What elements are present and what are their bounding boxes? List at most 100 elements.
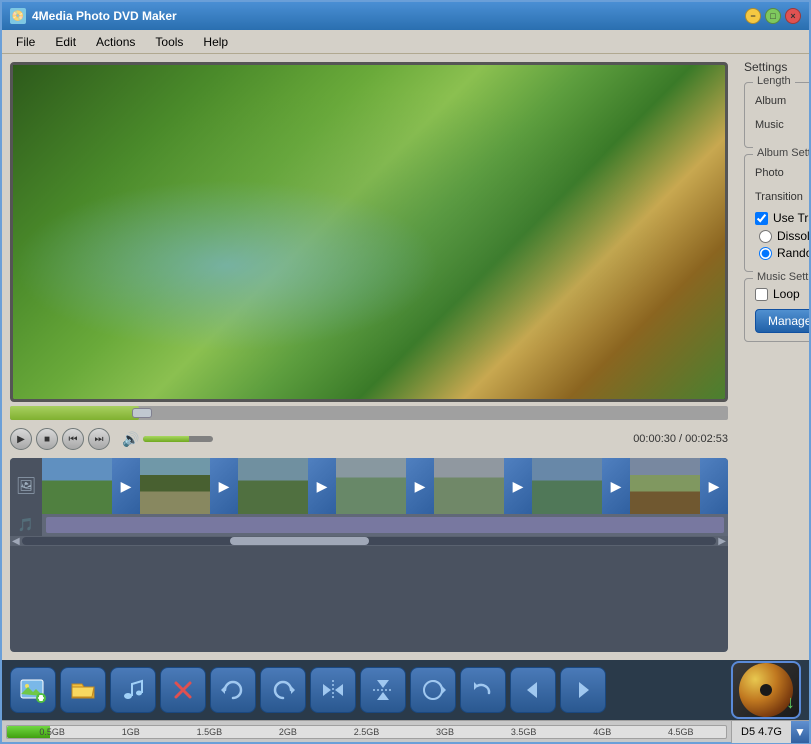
audio-track-icon: 🎵: [10, 514, 42, 536]
photo-label: Photo: [755, 167, 809, 179]
time-display: 00:00:30 / 00:02:53: [633, 433, 728, 445]
storage-label-7: 4GB: [593, 727, 611, 737]
scrollbar-thumb[interactable]: [230, 537, 369, 545]
burn-disc-icon: [739, 663, 793, 717]
progress-fill: [10, 406, 139, 420]
settings-title: Settings: [744, 60, 809, 76]
thumbnail-7[interactable]: [630, 458, 700, 514]
menu-help[interactable]: Help: [193, 33, 238, 51]
prev-button[interactable]: ⏮: [62, 428, 84, 450]
audio-track: [46, 517, 724, 533]
progress-bar[interactable]: [10, 406, 728, 420]
delete-button[interactable]: [160, 667, 206, 713]
music-length-label: Music: [755, 119, 809, 131]
music-settings-group: Music Settings Loop Manage Audio: [744, 278, 809, 342]
dissolve-only-row: Dissolve Only: [755, 229, 809, 243]
window-controls: − □ ×: [745, 8, 801, 24]
next-button[interactable]: ⏭: [88, 428, 110, 450]
transition-label: Transition: [755, 191, 809, 203]
volume-bar[interactable]: [143, 436, 213, 442]
thumbnail-1[interactable]: [42, 458, 112, 514]
storage-labels: 0.5GB 1GB 1.5GB 2GB 2.5GB 3GB 3.5GB 4GB …: [7, 726, 726, 738]
progress-thumb[interactable]: [132, 408, 152, 418]
menu-edit[interactable]: Edit: [45, 33, 86, 51]
close-button[interactable]: ×: [785, 8, 801, 24]
storage-label-6: 3.5GB: [511, 727, 537, 737]
volume-fill: [143, 436, 189, 442]
storage-label-1: 1GB: [122, 727, 140, 737]
album-settings-group: Album Settings Photo ▲ ▼ ms ♪ Transition: [744, 154, 809, 272]
thumbnail-5[interactable]: [434, 458, 504, 514]
storage-label-8: 4.5GB: [668, 727, 694, 737]
minimize-button[interactable]: −: [745, 8, 761, 24]
length-group-label: Length: [753, 75, 795, 87]
burn-arrow-icon: ↓: [786, 692, 795, 713]
album-length-row: Album: [755, 91, 809, 111]
loop-label: Loop: [773, 287, 800, 301]
right-panel: Settings Length Album Music Album Settin…: [736, 54, 809, 660]
storage-label-4: 2.5GB: [354, 727, 380, 737]
transition-7[interactable]: ▶: [700, 458, 728, 514]
flip-horizontal-button[interactable]: [310, 667, 356, 713]
app-icon: 📀: [10, 8, 26, 24]
menu-file[interactable]: File: [6, 33, 45, 51]
controls-bar: ▶ ■ ⏮ ⏭ 🔊 00:00:30 / 00:02:53: [10, 424, 728, 454]
rotate-cw-button[interactable]: [260, 667, 306, 713]
menu-actions[interactable]: Actions: [86, 33, 145, 51]
back-button[interactable]: [510, 667, 556, 713]
music-length-row: Music: [755, 115, 809, 135]
thumbnail-3[interactable]: [238, 458, 308, 514]
transition-2[interactable]: ▶: [210, 458, 238, 514]
transition-5[interactable]: ▶: [504, 458, 532, 514]
play-button[interactable]: ▶: [10, 428, 32, 450]
photo-track-icon: 🖼: [10, 458, 42, 514]
menubar: File Edit Actions Tools Help: [2, 30, 809, 54]
music-settings-label: Music Settings: [753, 271, 809, 283]
dissolve-only-radio[interactable]: [759, 230, 772, 243]
length-group: Length Album Music: [744, 82, 809, 148]
burn-button[interactable]: ↓: [731, 661, 801, 719]
dissolve-only-label: Dissolve Only: [777, 229, 809, 243]
scrollbar-track[interactable]: [22, 537, 717, 545]
storage-label-3: 2GB: [279, 727, 297, 737]
use-transition-label: Use Transition: [773, 211, 809, 225]
window-title: 4Media Photo DVD Maker: [32, 9, 745, 23]
forward-button[interactable]: [560, 667, 606, 713]
main-window: 📀 4Media Photo DVD Maker − □ × File Edit…: [0, 0, 811, 744]
transition-1[interactable]: ▶: [112, 458, 140, 514]
transition-6[interactable]: ▶: [602, 458, 630, 514]
random-transition-radio[interactable]: [759, 247, 772, 260]
thumbnail-2[interactable]: [140, 458, 210, 514]
loop-checkbox[interactable]: [755, 288, 768, 301]
random-transition-row: Random Transition: [755, 246, 809, 260]
album-label: Album: [755, 95, 809, 107]
toolbar: ↓: [2, 660, 809, 720]
rotate-ccw-button[interactable]: [210, 667, 256, 713]
open-folder-button[interactable]: [60, 667, 106, 713]
use-transition-checkbox[interactable]: [755, 212, 768, 225]
add-music-button[interactable]: [110, 667, 156, 713]
disc-info: D5 4.7G: [731, 721, 791, 743]
stop-button[interactable]: ■: [36, 428, 58, 450]
transition-duration-row: Transition ▲ ▼ ms: [755, 187, 809, 207]
undo-button[interactable]: [460, 667, 506, 713]
disc-arrow-button[interactable]: ▼: [791, 721, 809, 743]
photo-duration-row: Photo ▲ ▼ ms ♪: [755, 163, 809, 183]
storage-label-0: 0.5GB: [39, 727, 65, 737]
maximize-button[interactable]: □: [765, 8, 781, 24]
volume-icon: 🔊: [122, 431, 139, 448]
audio-track-row: 🎵: [10, 514, 728, 536]
effects-button[interactable]: [410, 667, 456, 713]
transition-3[interactable]: ▶: [308, 458, 336, 514]
transition-4[interactable]: ▶: [406, 458, 434, 514]
use-transition-row: Use Transition: [755, 211, 809, 225]
manage-audio-button[interactable]: Manage Audio: [755, 309, 809, 333]
storage-label-5: 3GB: [436, 727, 454, 737]
photo-track: 🖼 ▶ ▶ ▶ ▶ ▶ ▶: [10, 458, 728, 514]
menu-tools[interactable]: Tools: [145, 33, 193, 51]
add-photo-button[interactable]: [10, 667, 56, 713]
flip-vertical-button[interactable]: [360, 667, 406, 713]
thumbnail-6[interactable]: [532, 458, 602, 514]
thumbnail-4[interactable]: [336, 458, 406, 514]
horizontal-scrollbar[interactable]: ◀ ▶: [10, 536, 728, 546]
